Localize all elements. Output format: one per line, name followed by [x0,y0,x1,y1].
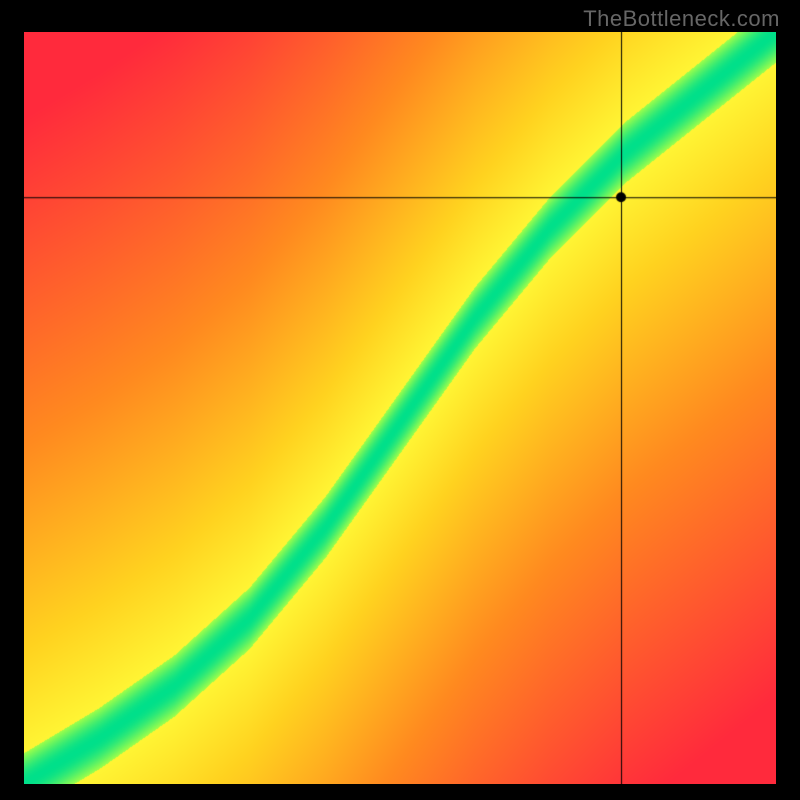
heatmap-canvas [24,32,776,784]
heatmap-plot [24,32,776,784]
watermark-text: TheBottleneck.com [583,6,780,32]
